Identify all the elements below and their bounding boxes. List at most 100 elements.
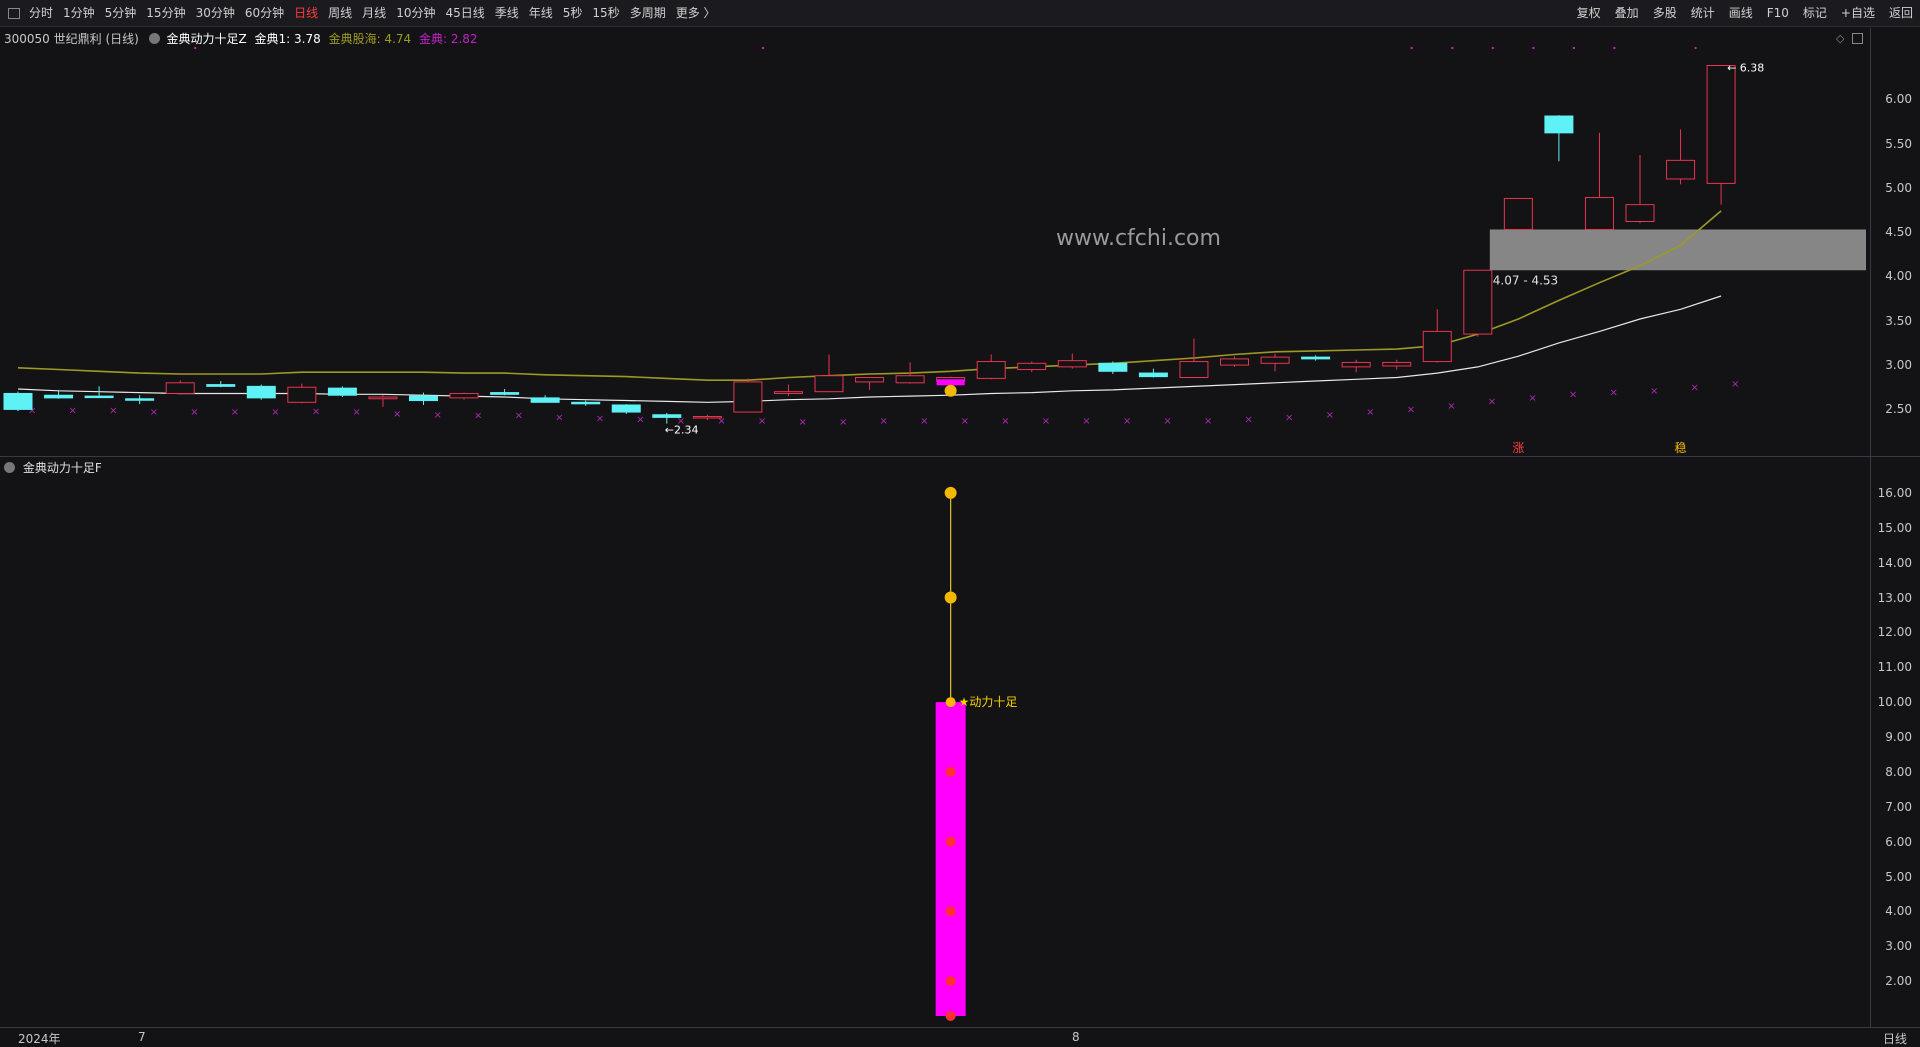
period-tab[interactable]: 更多 〉 [671,0,721,26]
toolbar-button[interactable]: 复权 [1570,0,1608,26]
candle-down [84,395,114,399]
toolbar-button[interactable]: 多股 [1646,0,1684,26]
period-tab[interactable]: 多周期 [625,0,671,26]
candle-up [368,396,398,400]
panel-divider[interactable] [0,456,1920,457]
price-tick: 3.50 [1885,313,1912,328]
candle-down [611,404,641,413]
period-tab[interactable]: 45日线 [440,0,489,26]
month-label-8: 8 [1072,1030,1080,1044]
x-mark: × [758,416,766,427]
sub-indicator-chart[interactable]: ★动力十足 [0,458,1870,1027]
toolbar-button[interactable]: 画线 [1722,0,1760,26]
candle-up [855,377,885,383]
zone-label: 4.07 - 4.53 [1493,273,1558,287]
indicator-tick: 3.00 [1885,939,1912,954]
candle-down [409,395,438,402]
x-mark: × [1042,416,1050,427]
period-tab[interactable]: 5秒 [558,0,588,26]
x-mark: × [393,409,401,420]
toolbar-button[interactable]: +自选 [1834,0,1882,26]
period-tab[interactable]: 季线 [490,0,524,26]
signal-label: ★动力十足 [959,695,1018,709]
candle-up [165,382,195,394]
x-mark: × [1650,386,1658,397]
indicator-tick: 15.00 [1877,520,1912,535]
period-tab[interactable]: 分时 [24,0,58,26]
signal-dot-icon [944,486,957,499]
x-mark: × [474,411,482,422]
x-mark: × [1609,388,1617,399]
toolbar-button[interactable]: 标记 [1796,0,1834,26]
indicator-tick: 4.00 [1885,904,1912,919]
period-tab[interactable]: 15分钟 [141,0,190,26]
x-mark: × [555,413,563,424]
indicator-tick: 9.00 [1885,730,1912,744]
x-mark: × [636,414,644,425]
period-tab[interactable]: 30分钟 [191,0,240,26]
high-price-label: ← 6.38 [1727,62,1764,75]
top-dot [761,47,764,49]
price-tick: 4.50 [1885,225,1912,240]
top-dot [1694,47,1697,49]
toolbar-right-buttons: 复权 叠加 多股 统计 画线 F10 标记 +自选 返回 [1570,0,1920,26]
period-tab[interactable]: 60分钟 [240,0,289,26]
period-tab[interactable]: 周线 [323,0,357,26]
toolbar-button[interactable]: F10 [1760,0,1796,26]
candle-up [1584,197,1614,230]
top-dot [1572,47,1575,49]
indicator-tick: 10.00 [1877,695,1912,710]
price-axis[interactable]: 6.00 5.50 5.00 4.50 4.00 3.50 3.00 2.50 16.00 15.… [1870,28,1920,1028]
candle-down [1098,362,1128,372]
candle-up [814,375,844,393]
period-tab[interactable]: 年线 [524,0,558,26]
period-tab[interactable]: 日线 [289,0,323,26]
period-tab[interactable]: 1分钟 [58,0,100,26]
indicator-tick: 16.00 [1877,485,1912,500]
time-axis[interactable]: 2024年 7 8 日线 [0,1027,1920,1046]
candle-up [1463,269,1493,335]
candle-up [1382,361,1412,367]
x-mark: × [798,417,806,428]
indicator-tick: 13.00 [1877,590,1912,605]
top-dot [1410,47,1413,49]
x-mark: × [1488,397,1496,408]
candle-up [976,361,1006,379]
toolbar-button[interactable]: 返回 [1882,0,1920,26]
signal-dot-icon [945,766,956,777]
period-tab[interactable]: 15秒 [587,0,624,26]
toolbar-button[interactable]: 叠加 [1608,0,1646,26]
candlestick-chart[interactable]: 4.07 - 4.53 × × × × × × × × × × × × × × × × × × × × × × × × × × × × ×… [0,28,1870,456]
x-mark: × [1407,405,1415,416]
candle-down [1301,356,1331,360]
period-tab[interactable]: 月线 [357,0,391,26]
candle-down [571,401,601,405]
x-mark: × [920,416,928,427]
indicator-tick: 6.00 [1885,834,1912,849]
price-tick: 5.00 [1885,180,1912,195]
x-mark: × [271,407,279,418]
support-zone [1489,229,1866,271]
top-dot [194,47,197,49]
price-tick: 4.00 [1885,269,1912,284]
panel-toggle-icon[interactable] [8,7,20,19]
price-tick: 2.50 [1885,402,1912,417]
candle-up [1179,361,1209,378]
x-mark: × [190,407,198,418]
candle-up [1706,65,1736,184]
indicator-tick: 5.00 [1885,869,1912,884]
candle-down [1544,115,1574,134]
x-mark: × [1123,416,1131,427]
marker-wen: 稳 [1675,440,1687,455]
x-mark: × [596,413,604,424]
period-tab[interactable]: 5分钟 [100,0,142,26]
candle-down [490,392,520,395]
x-mark: × [1082,416,1090,427]
x-mark: × [1245,414,1253,425]
indicator-tick: 7.00 [1885,799,1912,814]
indicator-tick: 8.00 [1885,764,1912,779]
candle-down [327,387,357,396]
period-tab[interactable]: 10分钟 [391,0,440,26]
candle-up [1260,356,1290,364]
toolbar-button[interactable]: 统计 [1684,0,1722,26]
